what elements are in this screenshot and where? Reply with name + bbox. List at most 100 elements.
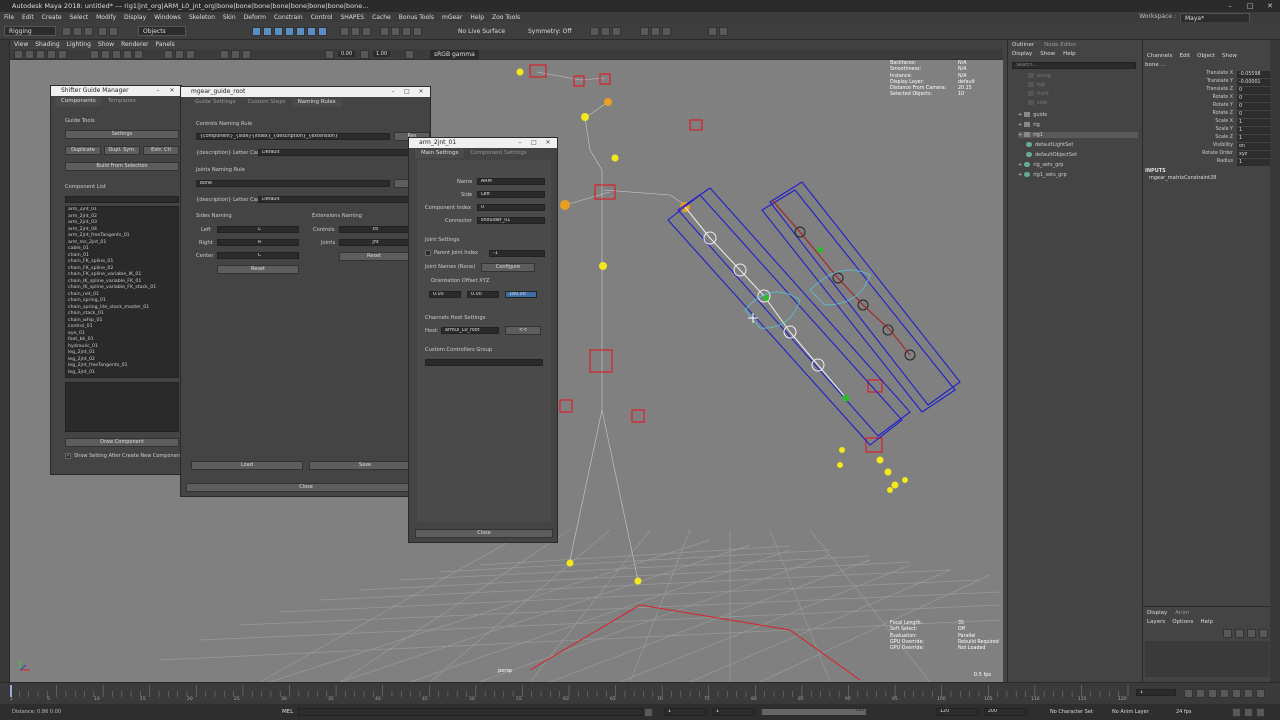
range-slider[interactable]: 120 <box>762 708 866 715</box>
parent-joint-option[interactable]: Parent Joint Index <box>425 250 478 256</box>
outliner-item-top[interactable]: top <box>1028 82 1045 88</box>
symmetry-label[interactable]: Symmetry: Off <box>528 28 571 35</box>
build-from-selection-button[interactable]: Build From Selection <box>65 162 179 171</box>
input-node-name[interactable]: mgear_matrixConstraint28 <box>1149 175 1216 181</box>
isolate-icon[interactable] <box>164 50 173 59</box>
tab-node-editor[interactable]: Node Editor <box>1044 42 1076 48</box>
panel-two-icon[interactable] <box>612 27 621 36</box>
channel-box-icon[interactable] <box>662 27 671 36</box>
arm-close-button[interactable]: ✕ <box>541 138 555 148</box>
view-transform-dropdown[interactable]: sRGB gamma <box>430 50 479 59</box>
current-frame-input[interactable]: 1 <box>1136 689 1176 696</box>
expand-icon[interactable]: + <box>1018 172 1022 178</box>
left-side-input[interactable]: L <box>217 226 299 233</box>
component-list[interactable]: arm_2jnt_01 arm_2jnt_02 arm_2jnt_03 arm_… <box>65 206 179 378</box>
xray-joints-icon[interactable] <box>186 50 195 59</box>
vp-menu-shading[interactable]: Shading <box>35 41 59 48</box>
cb-menu-channels[interactable]: Channels <box>1147 53 1172 59</box>
description-case-dropdown[interactable]: Default <box>258 149 430 156</box>
vp-menu-renderer[interactable]: Renderer <box>121 41 148 48</box>
orientation-y-input[interactable]: 0.00 <box>467 291 499 298</box>
tab-custom-steps[interactable]: Custom Steps <box>241 98 291 107</box>
draw-component-button[interactable]: Draw Component <box>65 438 179 447</box>
new-layer-icon[interactable] <box>1223 629 1232 638</box>
exposure-icon[interactable] <box>325 50 334 59</box>
host-pick-button[interactable]: << <box>505 326 541 335</box>
wireframe-icon[interactable] <box>90 50 99 59</box>
textured-icon[interactable] <box>112 50 121 59</box>
show-setting-checkbox[interactable]: ✓ <box>65 453 71 459</box>
layer-down-icon[interactable] <box>1259 629 1268 638</box>
dof-icon[interactable] <box>242 50 251 59</box>
orientation-z-input[interactable]: 180.00 <box>505 291 537 298</box>
load-button[interactable]: Load <box>191 461 303 470</box>
tab-guide-settings[interactable]: Guide Settings <box>189 98 241 107</box>
center-side-input[interactable]: C <box>217 252 299 259</box>
layer-menu-help[interactable]: Help <box>1200 619 1213 625</box>
guide-root-title-bar[interactable]: mgear_guide_root – □ ✕ <box>181 87 430 97</box>
outliner-item-persp[interactable]: persp <box>1028 73 1051 79</box>
minimize-button[interactable]: – <box>1220 0 1240 12</box>
outliner-item-default-light-set[interactable]: defaultLightSet <box>1026 142 1073 148</box>
grid-icon[interactable] <box>58 50 67 59</box>
joints-naming-rule-input[interactable]: bone <box>196 180 390 187</box>
connector-dropdown[interactable]: shoulder_01 <box>477 217 545 224</box>
auto-key-icon[interactable] <box>1232 708 1241 717</box>
outliner-item-rig1-sets-grp[interactable]: + rig1_sets_grp <box>1018 172 1067 178</box>
component-index-input[interactable]: 0 <box>477 204 545 211</box>
channel-translate-y[interactable]: Translate Y -0.00001 <box>1143 79 1271 87</box>
vp-menu-view[interactable]: View <box>14 41 28 48</box>
tab-component-settings[interactable]: Component Settings <box>464 149 532 158</box>
orientation-x-input[interactable]: 0.00 <box>429 291 461 298</box>
vp-menu-lighting[interactable]: Lighting <box>67 41 91 48</box>
gm-close-button[interactable]: ✕ <box>165 86 179 96</box>
tab-components[interactable]: Components <box>55 97 102 106</box>
range-start-input[interactable]: 1 <box>664 708 708 716</box>
outliner-item-rig-sets-grp[interactable]: + rig_sets_grp <box>1018 162 1063 168</box>
channel-visibility[interactable]: Visibility on <box>1143 143 1271 151</box>
smooth-shade-icon[interactable] <box>101 50 110 59</box>
exposure-field[interactable]: 0.00 <box>338 51 356 57</box>
shadows-icon[interactable] <box>134 50 143 59</box>
tab-anim-layers[interactable]: Anim <box>1175 610 1189 616</box>
channel-translate-x[interactable]: Translate X -0.05598 <box>1143 71 1271 79</box>
play-forward-icon[interactable] <box>1232 689 1241 698</box>
render-settings-icon[interactable] <box>413 27 422 36</box>
expand-icon[interactable]: + <box>1018 162 1022 168</box>
mel-label[interactable]: MEL <box>282 709 293 715</box>
parent-joint-checkbox[interactable] <box>425 250 431 256</box>
play-back-icon[interactable] <box>1220 689 1229 698</box>
pick-mask-icon[interactable] <box>285 27 294 36</box>
bookmarks-icon[interactable] <box>36 50 45 59</box>
menu-deform[interactable]: Deform <box>244 14 266 21</box>
selection-mode-dropdown[interactable]: Objects <box>138 26 186 36</box>
channel-scale-z[interactable]: Scale Z1 <box>1143 135 1271 143</box>
anim-layer-dropdown[interactable]: No Anim Layer <box>1112 709 1149 715</box>
gr-minimize-button[interactable]: – <box>386 87 400 97</box>
script-editor-icon[interactable] <box>644 708 653 717</box>
settings-button[interactable]: Settings <box>65 130 179 139</box>
live-surface-label[interactable]: No Live Surface <box>458 28 505 35</box>
host-input[interactable]: armUI_L0_root <box>441 327 499 334</box>
image-plane-icon[interactable] <box>47 50 56 59</box>
configure-button[interactable]: Configure <box>481 263 535 272</box>
menu-control[interactable]: Control <box>311 14 333 21</box>
tab-main-settings[interactable]: Main Settings <box>415 149 465 158</box>
outliner-menu-help[interactable]: Help <box>1063 51 1076 57</box>
sides-reset-button[interactable]: Reset <box>217 265 299 274</box>
ipr-icon[interactable] <box>402 27 411 36</box>
gamma-field[interactable]: 1.00 <box>373 51 391 57</box>
channel-translate-z[interactable]: Translate Z0 <box>1143 87 1271 95</box>
camera-select-icon[interactable] <box>14 50 23 59</box>
history-icon[interactable] <box>380 27 389 36</box>
outliner-menu-display[interactable]: Display <box>1012 51 1032 57</box>
outliner-item-default-object-set[interactable]: defaultObjectSet <box>1026 152 1077 158</box>
channel-rotate-x[interactable]: Rotate X0 <box>1143 95 1271 103</box>
arm-maximize-button[interactable]: □ <box>527 138 541 148</box>
cb-menu-edit[interactable]: Edit <box>1179 53 1190 59</box>
menu-help[interactable]: Help <box>470 14 484 21</box>
menu-create[interactable]: Create <box>42 14 62 21</box>
script-editor-icon[interactable] <box>708 27 717 36</box>
expand-icon[interactable]: + <box>1018 112 1022 118</box>
outliner-item-rig[interactable]: + rig <box>1018 122 1040 128</box>
